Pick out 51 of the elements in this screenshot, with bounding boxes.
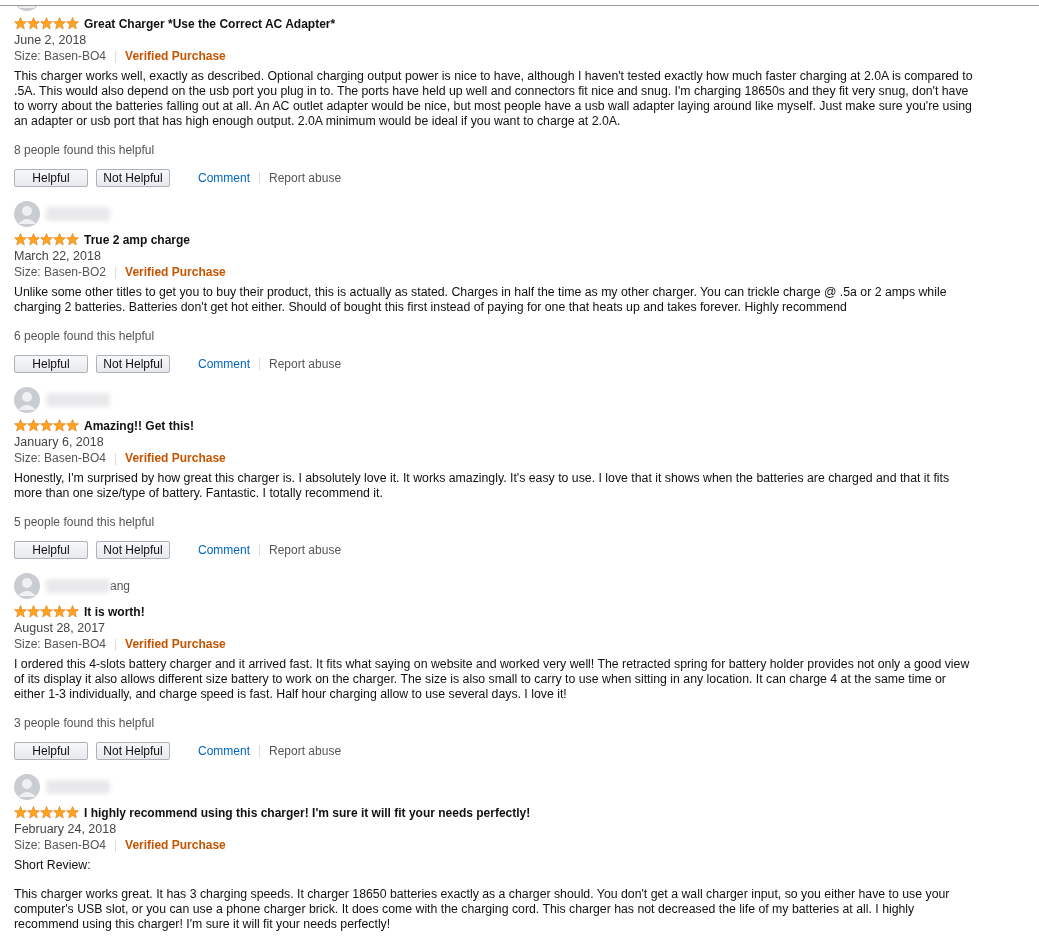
helpful-button[interactable]: Helpful xyxy=(14,169,88,187)
review-text: Honestly, I'm surprised by how great this charger is. I absolutely love it. It works amazingly. It's easy to use. I love that it shows when the batteries are charged and that it fits more than one size/type of battery. Fantastic. I totally recommend it. xyxy=(14,471,951,501)
review-text: This charger works well, exactly as described. Optional charging output power is nice to have, although I haven't tested exactly how much faster charging at 2.0A is compared to .5A. This would also depend on the usb port you plug in to. The ports have held up well and connectors fit nice and snug. I'm charging 18650s and they fit very snug, don't have to worry about the batteries falling out at all. An AC outlet adapter would be nice, but most people have a usb wall adapter laying around like myself. Just make sure you're using an adapter or usb port that has high enough output. 2.0A minimum would be ideal if you want to charge at 2.0A. xyxy=(14,69,974,129)
review-date: January 6, 2018 xyxy=(14,434,105,450)
comment-link[interactable]: Comment xyxy=(198,171,250,185)
report-abuse-link[interactable]: Report abuse xyxy=(269,357,342,371)
report-abuse-link[interactable]: Report abuse xyxy=(269,744,342,758)
size-label[interactable]: Size: Basen-BO2 xyxy=(14,264,107,281)
size-label[interactable]: Size: Basen-BO4 xyxy=(14,450,107,467)
review-title[interactable]: Great Charger *Use the Correct AC Adapter* xyxy=(84,16,336,31)
size-label[interactable]: Size: Basen-BO4 xyxy=(14,837,107,854)
not-helpful-button[interactable]: Not Helpful xyxy=(96,169,170,187)
helpful-count: 6 people found this helpful xyxy=(14,329,156,343)
reviewer-name: ang xyxy=(110,579,131,593)
size-label[interactable]: Size: Basen-BO4 xyxy=(14,48,107,65)
review-title[interactable]: True 2 amp charge xyxy=(84,232,191,247)
review-text: I ordered this 4-slots battery charger and it arrived fast. It fits what saying on website and worked very well! The retracted spring for battery holder provides not only a good view of its display it also allows different size battery to work on the charger. The size is also small to carry to use when sitting in any location. It can charge 4 at the same time or either 1-3 individually, and charge speed is fast. Half hour charging allow to use several days. I love it! xyxy=(14,657,971,702)
helpful-count: 8 people found this helpful xyxy=(14,143,156,157)
not-helpful-button[interactable]: Not Helpful xyxy=(96,742,170,760)
comment-link[interactable]: Comment xyxy=(198,543,250,557)
review-date: March 22, 2018 xyxy=(14,248,102,264)
not-helpful-button[interactable]: Not Helpful xyxy=(96,355,170,373)
helpful-count: 3 people found this helpful xyxy=(14,716,156,730)
review-date: February 24, 2018 xyxy=(14,821,118,837)
verified-purchase-label: Verified Purchase xyxy=(125,636,226,653)
helpful-count: 5 people found this helpful xyxy=(14,515,156,529)
review-text: Short Review: xyxy=(14,858,92,873)
avatar-icon xyxy=(14,201,40,227)
size-label[interactable]: Size: Basen-BO4 xyxy=(14,636,107,653)
review-date: August 28, 2017 xyxy=(14,620,107,636)
helpful-button[interactable]: Helpful xyxy=(14,355,88,373)
verified-purchase-label: Verified Purchase xyxy=(125,264,226,281)
helpful-button[interactable]: Helpful xyxy=(14,541,88,559)
review-title[interactable]: I highly recommend using this charger! I'm sure it will fit your needs perfectly! xyxy=(84,805,531,820)
review-title[interactable]: Amazing!! Get this! xyxy=(84,418,194,433)
not-helpful-button[interactable]: Not Helpful xyxy=(96,541,170,559)
review-text: This charger works great. It has 3 charging speeds. It charger 18650 batteries exactly as a charger should. You don't get a wall charger input, so you either have to use your computer's USB slot, or you can use a phone charger brick. It does come with the charging cord. This charger has not decreased the life of my batteries at all. I highly recommend using this charger! I'm sure it will fit your needs perfectly! xyxy=(14,887,951,932)
review-date: June 2, 2018 xyxy=(14,32,88,48)
avatar-icon xyxy=(14,387,40,413)
verified-purchase-label: Verified Purchase xyxy=(125,837,226,854)
report-abuse-link[interactable]: Report abuse xyxy=(269,543,342,557)
verified-purchase-label: Verified Purchase xyxy=(125,48,226,65)
review-text: Unlike some other titles to get you to buy their product, this is actually as stated. Charges in half the time as my other charger. You can trickle charge @ .5a or 2 amps while charging 2 batteries. Batteries don't get hot either. Should of bought this first instead of paying for one that heats up and takes forever. Highly recommend xyxy=(14,285,948,315)
report-abuse-link[interactable]: Report abuse xyxy=(269,171,342,185)
comment-link[interactable]: Comment xyxy=(198,744,250,758)
review-title[interactable]: It is worth! xyxy=(84,604,145,619)
avatar-icon xyxy=(14,774,40,800)
comment-link[interactable]: Comment xyxy=(198,357,250,371)
helpful-button[interactable]: Helpful xyxy=(14,742,88,760)
avatar-icon xyxy=(14,573,40,599)
verified-purchase-label: Verified Purchase xyxy=(125,450,226,467)
